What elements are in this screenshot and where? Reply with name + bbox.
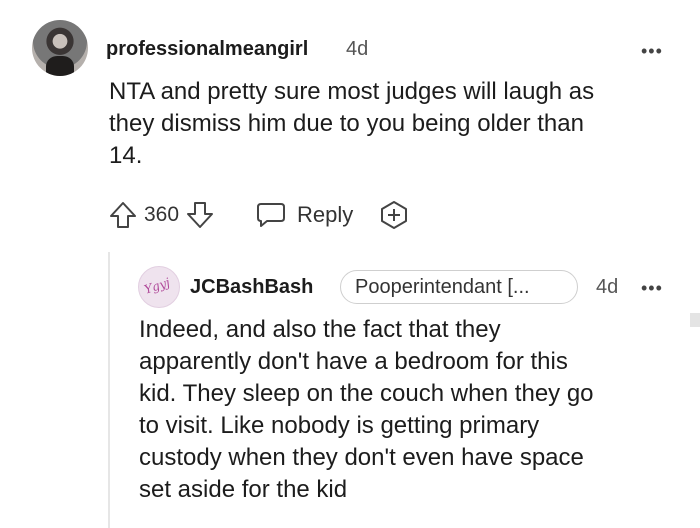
arrow-down-icon[interactable] xyxy=(185,200,215,230)
avatar[interactable] xyxy=(32,20,88,76)
comment-timestamp: 4d xyxy=(346,38,369,60)
arrow-up-icon[interactable] xyxy=(108,200,138,230)
comment-body-line-1: NTA and pretty sure most judges will lau… xyxy=(109,78,595,105)
comment-username[interactable]: professionalmeangirl xyxy=(106,38,308,61)
user-flair: Pooperintendant [... xyxy=(340,270,578,304)
thread-line[interactable] xyxy=(108,252,110,528)
comment-body-line-3: 14. xyxy=(109,142,143,169)
speech-bubble-icon xyxy=(255,200,287,230)
avatar-signature: Ygyj xyxy=(142,275,172,297)
comment-body-line-2: they dismiss him due to you being older … xyxy=(109,110,584,137)
reply-body-line-4: to visit. Like nobody is getting primary xyxy=(139,412,540,439)
vote-count: 360 xyxy=(144,203,180,226)
award-plus-icon[interactable] xyxy=(379,200,409,230)
reply-body-line-2: apparently don't have a bedroom for this xyxy=(139,348,568,375)
reply-timestamp: 4d xyxy=(596,276,619,298)
reply-more-button[interactable]: ••• xyxy=(641,279,663,297)
reply-body-line-3: kid. They sleep on the couch when they g… xyxy=(139,380,594,407)
comment-more-button[interactable]: ••• xyxy=(641,42,663,60)
avatar-figure xyxy=(46,56,74,76)
reply-avatar[interactable]: Ygyj xyxy=(138,266,180,308)
reply-body-line-1: Indeed, and also the fact that they xyxy=(139,316,501,343)
reply-username[interactable]: JCBashBash xyxy=(190,276,313,299)
comment-thread: professionalmeangirl 4d ••• NTA and pret… xyxy=(0,0,700,528)
scrollbar[interactable] xyxy=(690,313,700,327)
reply-body-line-6: set aside for the kid xyxy=(139,476,348,503)
reply-body-line-5: custody when they don't even have space xyxy=(139,444,584,471)
comment-action-bar: 360 Reply xyxy=(108,198,409,232)
reply-button[interactable]: Reply xyxy=(255,200,353,230)
reply-label: Reply xyxy=(297,202,354,227)
